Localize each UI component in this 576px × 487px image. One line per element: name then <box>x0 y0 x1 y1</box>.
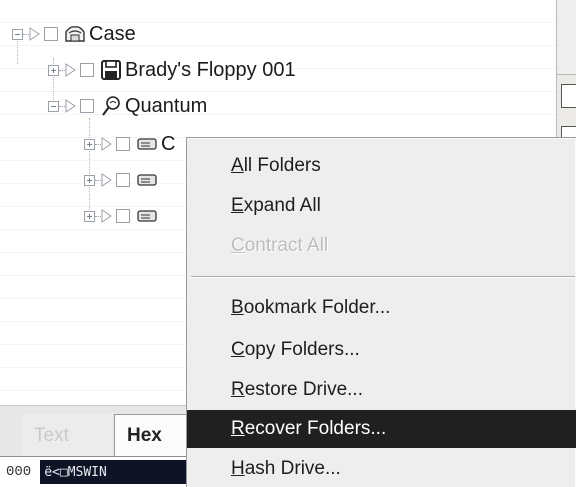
collapse-icon[interactable] <box>12 28 23 40</box>
select-checkbox[interactable] <box>44 27 58 41</box>
drive-icon <box>136 205 158 227</box>
tree-node-label: Brady's Floppy 001 <box>125 58 296 81</box>
select-checkbox[interactable] <box>116 137 130 151</box>
menu-separator <box>191 276 575 278</box>
tree-node-quantum[interactable]: Quantum <box>48 92 207 120</box>
menu-item-bookmark-folder[interactable]: Bookmark Folder... <box>187 289 576 327</box>
case-icon <box>64 23 86 45</box>
collapse-icon[interactable] <box>48 100 59 112</box>
branch-arrow-icon <box>101 137 113 151</box>
menu-item-contract-all: Contract All <box>231 235 329 256</box>
branch-arrow-icon <box>65 99 77 113</box>
expand-icon[interactable] <box>48 64 59 76</box>
expand-icon[interactable] <box>84 210 95 222</box>
tree-node-floppy[interactable]: Brady's Floppy 001 <box>48 56 296 84</box>
menu-item-all-folders[interactable]: All Folders <box>187 147 576 185</box>
menu-item-expand-all[interactable]: Expand All <box>187 187 576 225</box>
tree-node-volume[interactable] <box>84 202 161 230</box>
tree-node-volume[interactable] <box>84 166 161 194</box>
tab-text[interactable]: Text <box>22 414 112 457</box>
expand-icon[interactable] <box>84 174 95 186</box>
hex-offset: 000 <box>6 464 32 480</box>
branch-arrow-icon <box>65 63 77 77</box>
tree-node-label: Quantum <box>125 94 208 117</box>
branch-arrow-icon <box>101 173 113 187</box>
hex-view-row[interactable]: 000 ë<□MSWIN <box>0 456 190 487</box>
tree-node-label: Case <box>89 22 136 45</box>
hard-drive-magnifier-icon <box>100 95 122 117</box>
view-tabs: Text Hex <box>0 405 190 457</box>
expand-icon[interactable] <box>84 138 95 150</box>
menu-item-hash-drive[interactable]: Hash Drive... <box>187 450 576 487</box>
menu-item-recover-folders[interactable]: Recover Folders... <box>187 410 576 448</box>
drive-icon <box>136 133 158 155</box>
select-checkbox[interactable] <box>80 63 94 77</box>
tree-node-label: C <box>161 132 176 155</box>
select-checkbox[interactable] <box>80 99 94 113</box>
row-checkbox[interactable] <box>561 84 576 108</box>
select-checkbox[interactable] <box>116 173 130 187</box>
drive-icon <box>136 169 158 191</box>
select-checkbox[interactable] <box>116 209 130 223</box>
column-header <box>557 0 576 75</box>
floppy-disk-icon <box>100 59 122 81</box>
menu-item-restore-drive[interactable]: Restore Drive... <box>187 371 576 409</box>
menu-item-copy-folders[interactable]: Copy Folders... <box>187 331 576 369</box>
tree-node-case[interactable]: Case <box>12 20 136 48</box>
branch-arrow-icon <box>29 27 41 41</box>
tree-node-volume-c[interactable]: C <box>84 130 175 158</box>
context-menu: All Folders Expand All Contract All Book… <box>186 137 576 487</box>
hex-selected-text[interactable]: ë<□MSWIN <box>40 460 190 484</box>
tab-hex[interactable]: Hex <box>114 414 190 457</box>
branch-arrow-icon <box>101 209 113 223</box>
